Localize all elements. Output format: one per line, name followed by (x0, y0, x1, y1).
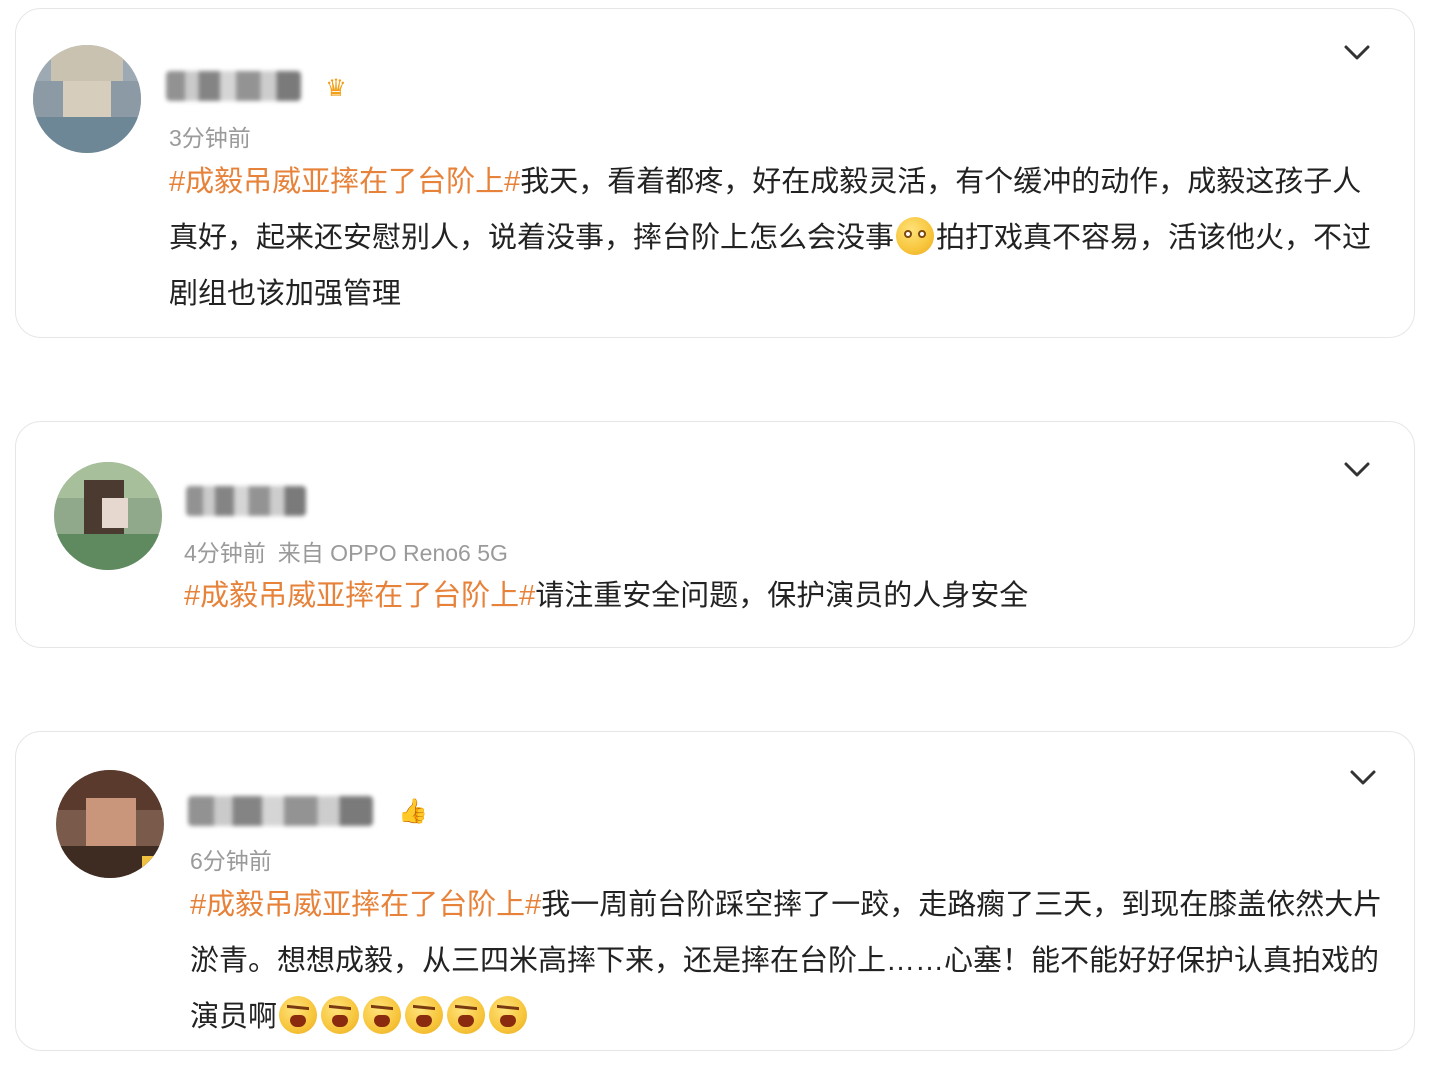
angry-emoji-icon (405, 996, 444, 1034)
angry-emoji-icon (279, 996, 318, 1034)
comment-time: 4分钟前 (184, 540, 266, 566)
sad-emoji-icon (896, 217, 935, 255)
hashtag-link[interactable]: #成毅吊威亚摔在了台阶上# (184, 580, 535, 612)
comment-card: 👍 6分钟前 #成毅吊威亚摔在了台阶上#我一周前台阶踩空摔了一跤，走路瘸了三天，… (15, 731, 1415, 1051)
comment-meta: 3分钟前 (169, 119, 251, 153)
hashtag-link[interactable]: #成毅吊威亚摔在了台阶上# (190, 889, 541, 921)
comment-meta: 4分钟前 来自 OPPO Reno6 5G (184, 534, 508, 568)
comment-time: 3分钟前 (169, 125, 251, 151)
username-blurred[interactable] (186, 486, 306, 516)
comment-card: 4分钟前 来自 OPPO Reno6 5G #成毅吊威亚摔在了台阶上#请注重安全问… (15, 421, 1415, 648)
chevron-down-icon[interactable] (1346, 760, 1380, 794)
username-blurred[interactable] (166, 71, 301, 101)
crown-icon: ♛ (325, 74, 347, 102)
chevron-down-icon[interactable] (1340, 452, 1374, 486)
chevron-down-icon[interactable] (1340, 35, 1374, 69)
comment-text-part: 请注重安全问题，保护演员的人身安全 (535, 580, 1029, 612)
angry-emoji-icon (363, 996, 402, 1034)
comment-text: #成毅吊威亚摔在了台阶上#我天，看着都疼，好在成毅灵活，有个缓冲的动作，成毅这孩… (169, 154, 1384, 322)
comment-card: ♛ 3分钟前 #成毅吊威亚摔在了台阶上#我天，看着都疼，好在成毅灵活，有个缓冲的… (15, 8, 1415, 338)
angry-emoji-icon (447, 996, 486, 1034)
avatar[interactable] (54, 462, 162, 570)
angry-emoji-icon (489, 996, 528, 1034)
device-source: 来自 OPPO Reno6 5G (277, 540, 508, 566)
comment-text: #成毅吊威亚摔在了台阶上#我一周前台阶踩空摔了一跤，走路瘸了三天，到现在膝盖依然… (190, 877, 1390, 1045)
comment-text: #成毅吊威亚摔在了台阶上#请注重安全问题，保护演员的人身安全 (184, 568, 1384, 624)
avatar[interactable] (56, 770, 164, 878)
angry-emoji-icon (321, 996, 360, 1034)
comment-meta: 6分钟前 (190, 842, 272, 876)
comment-time: 6分钟前 (190, 848, 272, 874)
hashtag-link[interactable]: #成毅吊威亚摔在了台阶上# (169, 166, 520, 198)
thumbs-up-icon: 👍 (398, 797, 428, 825)
avatar[interactable] (33, 45, 141, 153)
username-blurred[interactable] (188, 796, 373, 826)
